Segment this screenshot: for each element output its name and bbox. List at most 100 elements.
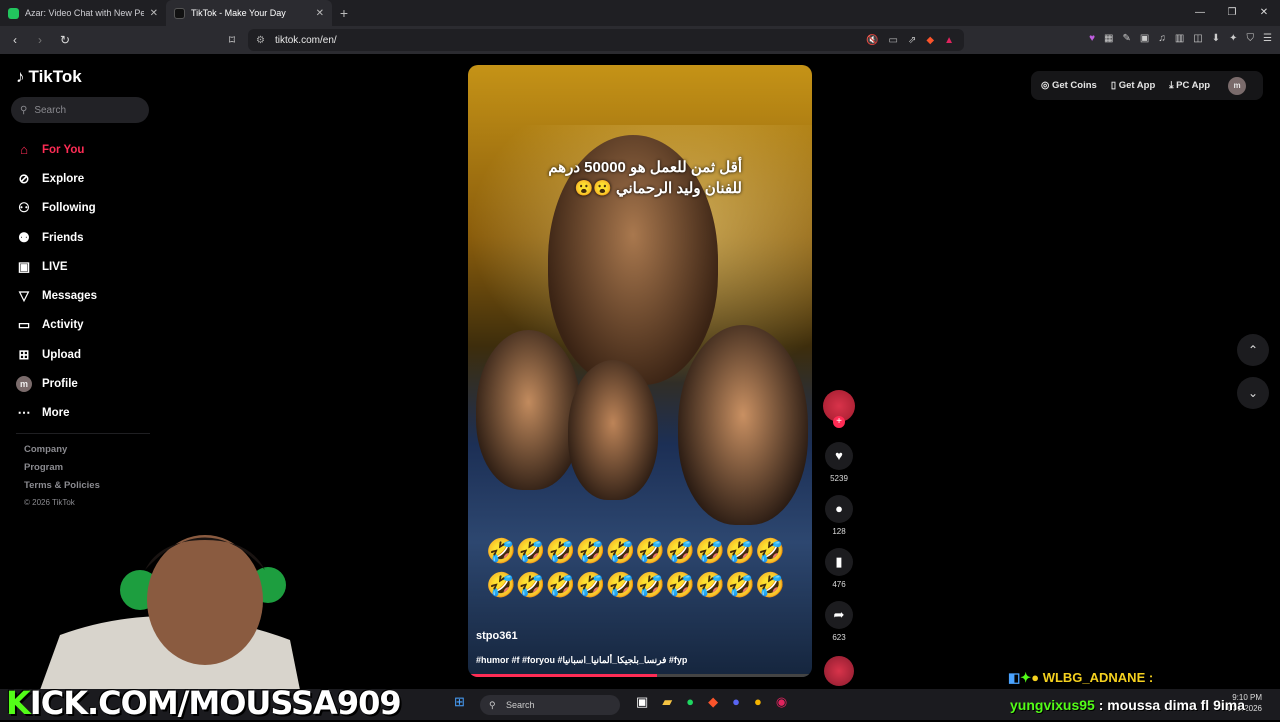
extension-icon[interactable]: ✎ xyxy=(1123,33,1131,44)
new-tab-button[interactable]: + xyxy=(332,5,356,21)
music-disc-avatar[interactable] xyxy=(824,656,854,686)
home-icon: ⌂ xyxy=(20,142,28,158)
menu-icon[interactable]: ☰ xyxy=(1263,33,1272,44)
share-action[interactable]: ➦ 623 xyxy=(822,601,856,642)
close-tab-icon[interactable]: ✕ xyxy=(316,8,324,19)
caption-line: أقل ثمن للعمل هو 50000 درهم xyxy=(548,159,742,176)
brave-shield-icon[interactable]: ◆ xyxy=(926,35,934,46)
footer-link-company[interactable]: Company xyxy=(24,444,100,462)
get-app-button[interactable]: ▯ Get App xyxy=(1111,80,1155,91)
creator-avatar[interactable]: + xyxy=(823,390,855,428)
minimize-button[interactable]: — xyxy=(1184,0,1216,26)
share-icon[interactable]: ⇗ xyxy=(908,35,916,46)
inbox-icon: ▭ xyxy=(17,317,31,333)
share-arrow-icon[interactable]: ➦ xyxy=(825,601,853,629)
url-actions: 🔇 ▭ ⇗ ◆ ▲ xyxy=(866,35,964,46)
video-progress-bar[interactable] xyxy=(468,674,812,677)
tab-tiktok[interactable]: TikTok - Make Your Day ✕ xyxy=(166,0,332,26)
close-tab-icon[interactable]: ✕ xyxy=(150,8,158,19)
sidebar-item-label: Messages xyxy=(42,290,97,303)
tab-azar[interactable]: Azar: Video Chat with New Peopl ✕ xyxy=(0,0,166,26)
sidebar-item-live[interactable]: ▣ LIVE xyxy=(16,252,97,281)
comment-count: 128 xyxy=(832,527,846,536)
reload-button[interactable]: ↻ xyxy=(55,33,75,47)
windows-start-icon[interactable]: ⊞ xyxy=(454,694,465,710)
chat-message: yungvixus95 : moussa dima fl 9ima xyxy=(1010,697,1245,713)
pc-app-button[interactable]: ⤓ PC App xyxy=(1169,80,1210,91)
close-window-button[interactable]: ✕ xyxy=(1248,0,1280,26)
chat-username: WLBG_ADNANE : xyxy=(1042,670,1154,685)
music-icon[interactable]: ♫ xyxy=(1158,33,1166,44)
avatar[interactable]: m xyxy=(1228,76,1247,95)
previous-video-button[interactable]: ⌃ xyxy=(1237,334,1269,366)
video-actions: + ♥ 5239 ● 128 ▮ 476 ➦ 623 xyxy=(822,390,856,686)
rewards-icon[interactable]: ▲ xyxy=(944,35,954,46)
comment-icon[interactable]: ● xyxy=(825,495,853,523)
search-icon: ⚲ xyxy=(20,104,28,116)
video-username[interactable]: stpo361 xyxy=(476,630,518,642)
extensions-bar: ♥ ▦ ✎ ▣ ♫ ▥ ◫ ⬇ ✦ ⛉ ☰ xyxy=(1089,33,1272,44)
taskbar-apps: ▣ ▰ ● ◆ ● ● ◉ xyxy=(636,694,787,710)
chevron-up-icon: ⌃ xyxy=(1247,343,1259,357)
extension-icon[interactable]: ♥ xyxy=(1089,33,1095,44)
mute-icon[interactable]: 🔇 xyxy=(866,35,878,46)
wallet-icon[interactable]: ◫ xyxy=(1193,33,1202,44)
sidebar-item-messages[interactable]: ▽ Messages xyxy=(16,281,97,310)
app-icon[interactable]: ● xyxy=(754,694,762,710)
chevron-down-icon: ⌄ xyxy=(1247,386,1259,400)
sidebar-item-friends[interactable]: ⚉ Friends xyxy=(16,223,97,252)
taskbar-icons: ⊞ xyxy=(454,694,465,710)
sidebar-item-activity[interactable]: ▭ Activity xyxy=(16,311,97,340)
follow-plus-icon[interactable]: + xyxy=(833,416,845,428)
browser-tab-bar: Azar: Video Chat with New Peopl ✕ TikTok… xyxy=(0,0,1280,26)
save-action[interactable]: ▮ 476 xyxy=(822,548,856,589)
sidebar-nav: ⌂ For You ⊘ Explore ⚇ Following ⚉ Friend… xyxy=(16,135,97,428)
sidebar-item-upload[interactable]: ⊞ Upload xyxy=(16,340,97,369)
restore-button[interactable]: ❐ xyxy=(1216,0,1248,26)
footer-link-program[interactable]: Program xyxy=(24,462,100,480)
back-button[interactable]: ‹ xyxy=(5,33,25,47)
sidebar-item-following[interactable]: ⚇ Following xyxy=(16,194,97,223)
url-field[interactable]: ⚙ tiktok.com/en/ 🔇 ▭ ⇗ ◆ ▲ xyxy=(248,29,964,51)
sidebar-item-profile[interactable]: m Profile xyxy=(16,369,97,398)
task-view-icon[interactable]: ▣ xyxy=(636,694,648,710)
sidebar-icon[interactable]: ▥ xyxy=(1175,33,1184,44)
next-video-button[interactable]: ⌄ xyxy=(1237,377,1269,409)
search-input[interactable]: ⚲ Search xyxy=(11,97,149,123)
sidebar-item-explore[interactable]: ⊘ Explore xyxy=(16,164,97,193)
sidebar-item-label: Explore xyxy=(42,172,85,185)
forward-button[interactable]: › xyxy=(30,33,50,47)
tiktok-logo[interactable]: ♪ TikTok xyxy=(16,67,82,87)
comment-action[interactable]: ● 128 xyxy=(822,495,856,536)
share-count: 623 xyxy=(832,633,846,642)
extension-icon[interactable]: ▣ xyxy=(1140,33,1149,44)
footer-link-terms[interactable]: Terms & Policies xyxy=(24,480,100,498)
site-info-icon[interactable]: ⚙ xyxy=(256,35,265,46)
discord-icon[interactable]: ● xyxy=(732,694,740,710)
like-count: 5239 xyxy=(830,474,848,483)
heart-icon[interactable]: ♥ xyxy=(825,442,853,470)
download-icon[interactable]: ⬇ xyxy=(1212,33,1220,44)
sidebar-item-for-you[interactable]: ⌂ For You xyxy=(16,135,97,164)
cast-icon[interactable]: ▭ xyxy=(889,35,898,46)
sidebar-item-more[interactable]: ⋯ More xyxy=(16,399,97,428)
video-hashtags[interactable]: #humor #f #foryou #فرنسا_بلجيكا_ألمانيا_… xyxy=(476,655,687,666)
taskbar-search[interactable]: ⚲ Search xyxy=(480,695,620,715)
sidebar-item-label: Profile xyxy=(42,378,78,391)
video-player[interactable]: أقل ثمن للعمل هو 50000 درهم للفنان وليد … xyxy=(468,65,812,677)
like-action[interactable]: ♥ 5239 xyxy=(822,442,856,483)
coin-icon: ◎ xyxy=(1041,80,1050,91)
brave-icon[interactable]: ◆ xyxy=(708,694,718,710)
bookmark-icon[interactable]: ⌑ xyxy=(222,33,242,47)
file-explorer-icon[interactable]: ▰ xyxy=(662,694,672,710)
window-controls: — ❐ ✕ xyxy=(1184,0,1280,26)
extension-icon[interactable]: ▦ xyxy=(1104,33,1113,44)
get-coins-button[interactable]: ◎ Get Coins xyxy=(1041,80,1097,91)
bookmark-icon[interactable]: ▮ xyxy=(825,548,853,576)
spotify-icon[interactable]: ● xyxy=(686,694,694,710)
plus-square-icon: ⊞ xyxy=(18,346,30,362)
live-icon: ▣ xyxy=(17,258,31,274)
vpn-icon[interactable]: ⛉ xyxy=(1247,33,1255,44)
app-icon[interactable]: ◉ xyxy=(776,694,787,710)
leo-icon[interactable]: ✦ xyxy=(1229,33,1237,44)
